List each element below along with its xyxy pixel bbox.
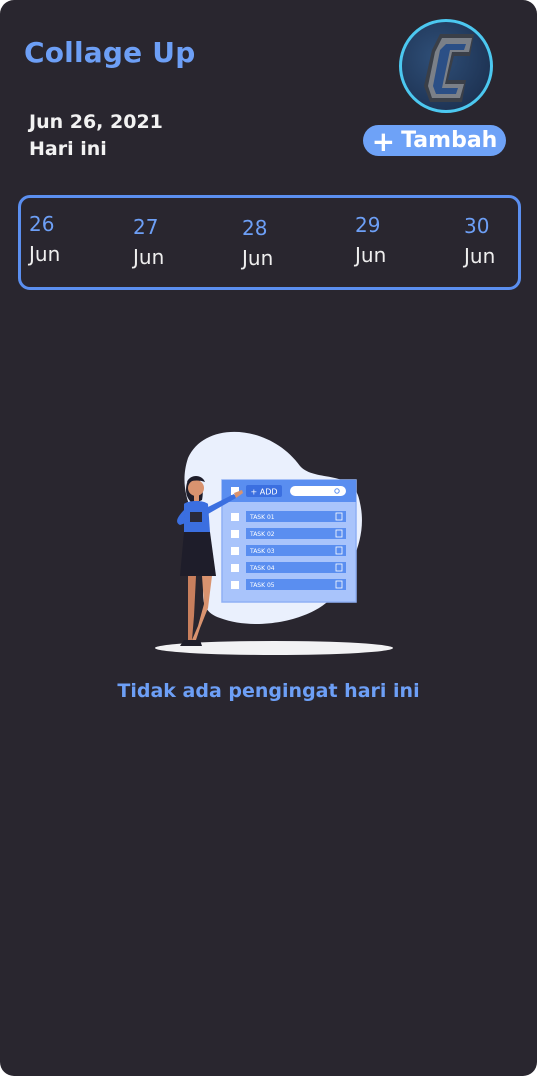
date-item-28[interactable]: 28 Jun [242,216,302,270]
search-field [290,486,346,496]
plus-icon: + [371,124,396,158]
date-day-number: 29 [355,213,381,237]
date-strip: 26 Jun 27 Jun 28 Jun 29 Jun 30 Jun [18,195,521,290]
date-item-30[interactable]: 30 Jun [464,214,524,268]
task-label: TASK 05 [249,582,275,589]
date-item-29[interactable]: 29 Jun [355,213,415,267]
today-label: Hari ini [29,138,107,160]
date-month: Jun [464,244,496,268]
app-screen: Collage Up Jun 26, 2021 Hari ini + Tamba… [0,0,537,1076]
date-month: Jun [133,245,165,269]
task-label: TASK 02 [249,531,275,538]
app-title: Collage Up [24,36,196,69]
task-window: + ADD TASK 01 TASK 02 TASK 03 TASK 04 TA… [221,479,357,603]
date-month: Jun [29,242,61,266]
avatar[interactable] [399,19,493,113]
date-month: Jun [242,246,274,270]
date-item-26[interactable]: 26 Jun [29,212,89,266]
task-label: TASK 03 [249,548,275,555]
current-date: Jun 26, 2021 [29,111,163,133]
date-day-number: 28 [242,216,268,240]
logo-c-icon [424,34,474,102]
add-reminder-button[interactable]: + Tambah [363,125,506,156]
task-label: TASK 01 [249,514,275,521]
date-item-27[interactable]: 27 Jun [133,215,193,269]
date-day-number: 27 [133,215,159,239]
add-button-label: Tambah [401,128,498,153]
date-day-number: 30 [464,214,490,238]
empty-state-illustration: + ADD TASK 01 TASK 02 TASK 03 TASK 04 TA… [155,431,393,655]
date-month: Jun [355,243,387,267]
add-task-label: + ADD [250,488,277,497]
empty-state-message: Tidak ada pengingat hari ini [117,680,420,702]
task-label: TASK 04 [249,565,275,572]
date-day-number: 26 [29,212,55,236]
